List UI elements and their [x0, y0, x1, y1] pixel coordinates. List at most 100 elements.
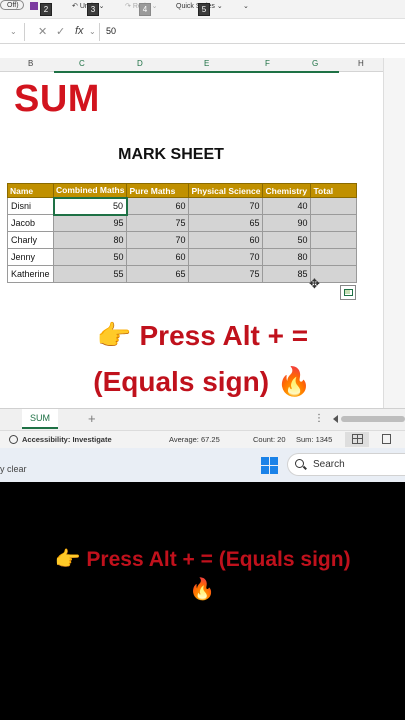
cell-value[interactable]: 75 [188, 265, 264, 283]
status-count: Count: 20 [253, 435, 286, 444]
cell-value[interactable]: 50 [52, 248, 128, 266]
formula-input[interactable]: 50 [106, 26, 116, 36]
column-header-b[interactable]: B [28, 59, 33, 68]
sheet-tab-sum[interactable]: SUM [22, 409, 58, 429]
chevron-down-icon: ⌄ [151, 3, 158, 10]
formula-bar: ⌄ ✕ ✓ fx ⌄ 50 [0, 18, 405, 44]
cell-value[interactable]: 80 [52, 231, 128, 249]
chevron-down-icon: ⌄ [216, 3, 223, 10]
column-header-g[interactable]: G [312, 59, 318, 68]
keytip-badge: 3 [87, 3, 99, 16]
chevron-down-icon[interactable]: ⌄ [10, 27, 17, 36]
divider [99, 23, 100, 41]
autosave-toggle[interactable]: Off) [0, 0, 24, 10]
selection-indicator [54, 71, 339, 73]
cell-value[interactable]: 70 [126, 231, 190, 249]
page-layout-icon[interactable] [382, 434, 391, 444]
column-header-c[interactable]: C [79, 59, 85, 68]
column-header-e[interactable]: E [204, 59, 209, 68]
accessibility-status[interactable]: Accessibility: Investigate [22, 435, 112, 444]
table-row: Katherine 55 65 75 85 [7, 265, 358, 283]
column-header-h[interactable]: H [358, 59, 364, 68]
cell-value[interactable]: 60 [126, 248, 190, 266]
keytip-badge: 5 [198, 3, 210, 16]
insert-function-icon[interactable]: fx [75, 25, 84, 37]
mark-sheet-table: Name Combined Maths Pure Maths Physical … [7, 183, 358, 283]
grid-icon [352, 434, 363, 444]
cell-value[interactable]: 65 [126, 265, 190, 283]
customize-toolbar-icon[interactable]: ⌄ [243, 0, 249, 12]
cell-total[interactable] [310, 214, 358, 232]
cell-name[interactable]: Jenny [7, 248, 54, 266]
overlay-caption-bottom: 👉 Press Alt + = (Equals sign) 🔥 [0, 545, 405, 605]
cell-total[interactable] [310, 248, 358, 266]
horizontal-scrollbar[interactable] [341, 416, 405, 422]
windows-start-icon[interactable] [261, 457, 278, 474]
header-name[interactable]: Name [7, 183, 54, 198]
cell-value[interactable]: 90 [262, 214, 312, 232]
cell-value[interactable]: 60 [126, 197, 190, 215]
cell-value[interactable]: 65 [188, 214, 264, 232]
taskbar-left-text: y clear [0, 464, 27, 474]
cell-name[interactable]: Katherine [7, 265, 54, 283]
search-icon [295, 459, 304, 468]
status-sum: Sum: 1345 [296, 435, 333, 444]
column-header-d[interactable]: D [137, 59, 143, 68]
header-physical-science[interactable]: Physical Science [188, 183, 264, 198]
cell-value[interactable]: 70 [188, 197, 264, 215]
undo-icon: ↶ [72, 3, 78, 10]
table-row: Jenny 50 60 70 80 [7, 248, 358, 266]
column-header-f[interactable]: F [265, 59, 270, 68]
cell-value[interactable]: 40 [262, 197, 312, 215]
autosave-label: Off) [7, 1, 19, 9]
cell-name[interactable]: Charly [7, 231, 54, 249]
header-pure-maths[interactable]: Pure Maths [126, 183, 190, 198]
table-row: Charly 80 70 60 50 [7, 231, 358, 249]
redo-icon: ↷ [125, 3, 131, 10]
table-header-row: Name Combined Maths Pure Maths Physical … [7, 183, 358, 198]
table-row: Disni 50 60 70 40 [7, 196, 358, 216]
keytip-badge: 2 [40, 3, 52, 16]
cell-value[interactable]: 80 [262, 248, 312, 266]
cancel-icon[interactable]: ✕ [38, 25, 47, 38]
enter-icon[interactable]: ✓ [56, 25, 65, 38]
ribbon-toolbar: Off) ave 2 ↶ Undo ⌄ 3 ↷ Redo ⌄ 4 Quick S… [0, 0, 405, 18]
quick-analysis-button[interactable] [340, 285, 356, 300]
chevron-down-icon: ⌄ [98, 3, 105, 10]
cell-value[interactable]: 70 [188, 248, 264, 266]
sheet-big-title: SUM [14, 78, 100, 120]
cell-value[interactable]: 95 [52, 214, 128, 232]
column-headers: B C D E F G H [0, 58, 383, 73]
overlay-caption-top: 👉 Press Alt + = (Equals sign) 🔥 [0, 318, 405, 400]
cell-value[interactable]: 50 [262, 231, 312, 249]
cell-value[interactable]: 85 [262, 265, 312, 283]
more-options-icon[interactable]: ⋮ [314, 413, 324, 424]
cell-active[interactable]: 50 [52, 196, 128, 216]
taskbar-search[interactable]: Search [287, 453, 405, 476]
save-icon [30, 2, 38, 10]
chevron-down-icon[interactable]: ⌄ [89, 27, 96, 36]
mark-sheet-title: MARK SHEET [118, 146, 224, 163]
cell-value[interactable]: 55 [52, 265, 128, 283]
header-chemistry[interactable]: Chemistry [262, 183, 312, 198]
cell-name[interactable]: Jacob [7, 214, 54, 232]
table-row: Jacob 95 75 65 90 [7, 214, 358, 232]
keytip-badge: 4 [139, 3, 151, 16]
header-combined-maths[interactable]: Combined Maths [52, 183, 128, 198]
search-label: Search [313, 459, 345, 470]
cell-value[interactable]: 60 [188, 231, 264, 249]
scroll-left-icon[interactable] [333, 415, 338, 423]
caption-line: (Equals sign) 🔥 [93, 366, 312, 397]
divider [24, 23, 25, 41]
cell-name[interactable]: Disni [7, 197, 54, 215]
header-total[interactable]: Total [310, 183, 358, 198]
cell-total[interactable] [310, 197, 358, 215]
quick-analysis-icon [343, 289, 353, 296]
sheet-tabs-bar: SUM + ⋮ [0, 408, 405, 430]
caption-line: 👉 Press Alt + = (Equals sign) [54, 548, 351, 571]
add-sheet-button[interactable]: + [88, 411, 96, 426]
status-average: Average: 67.25 [169, 435, 220, 444]
cell-value[interactable]: 75 [126, 214, 190, 232]
accessibility-icon [9, 435, 18, 444]
cell-total[interactable] [310, 231, 358, 249]
